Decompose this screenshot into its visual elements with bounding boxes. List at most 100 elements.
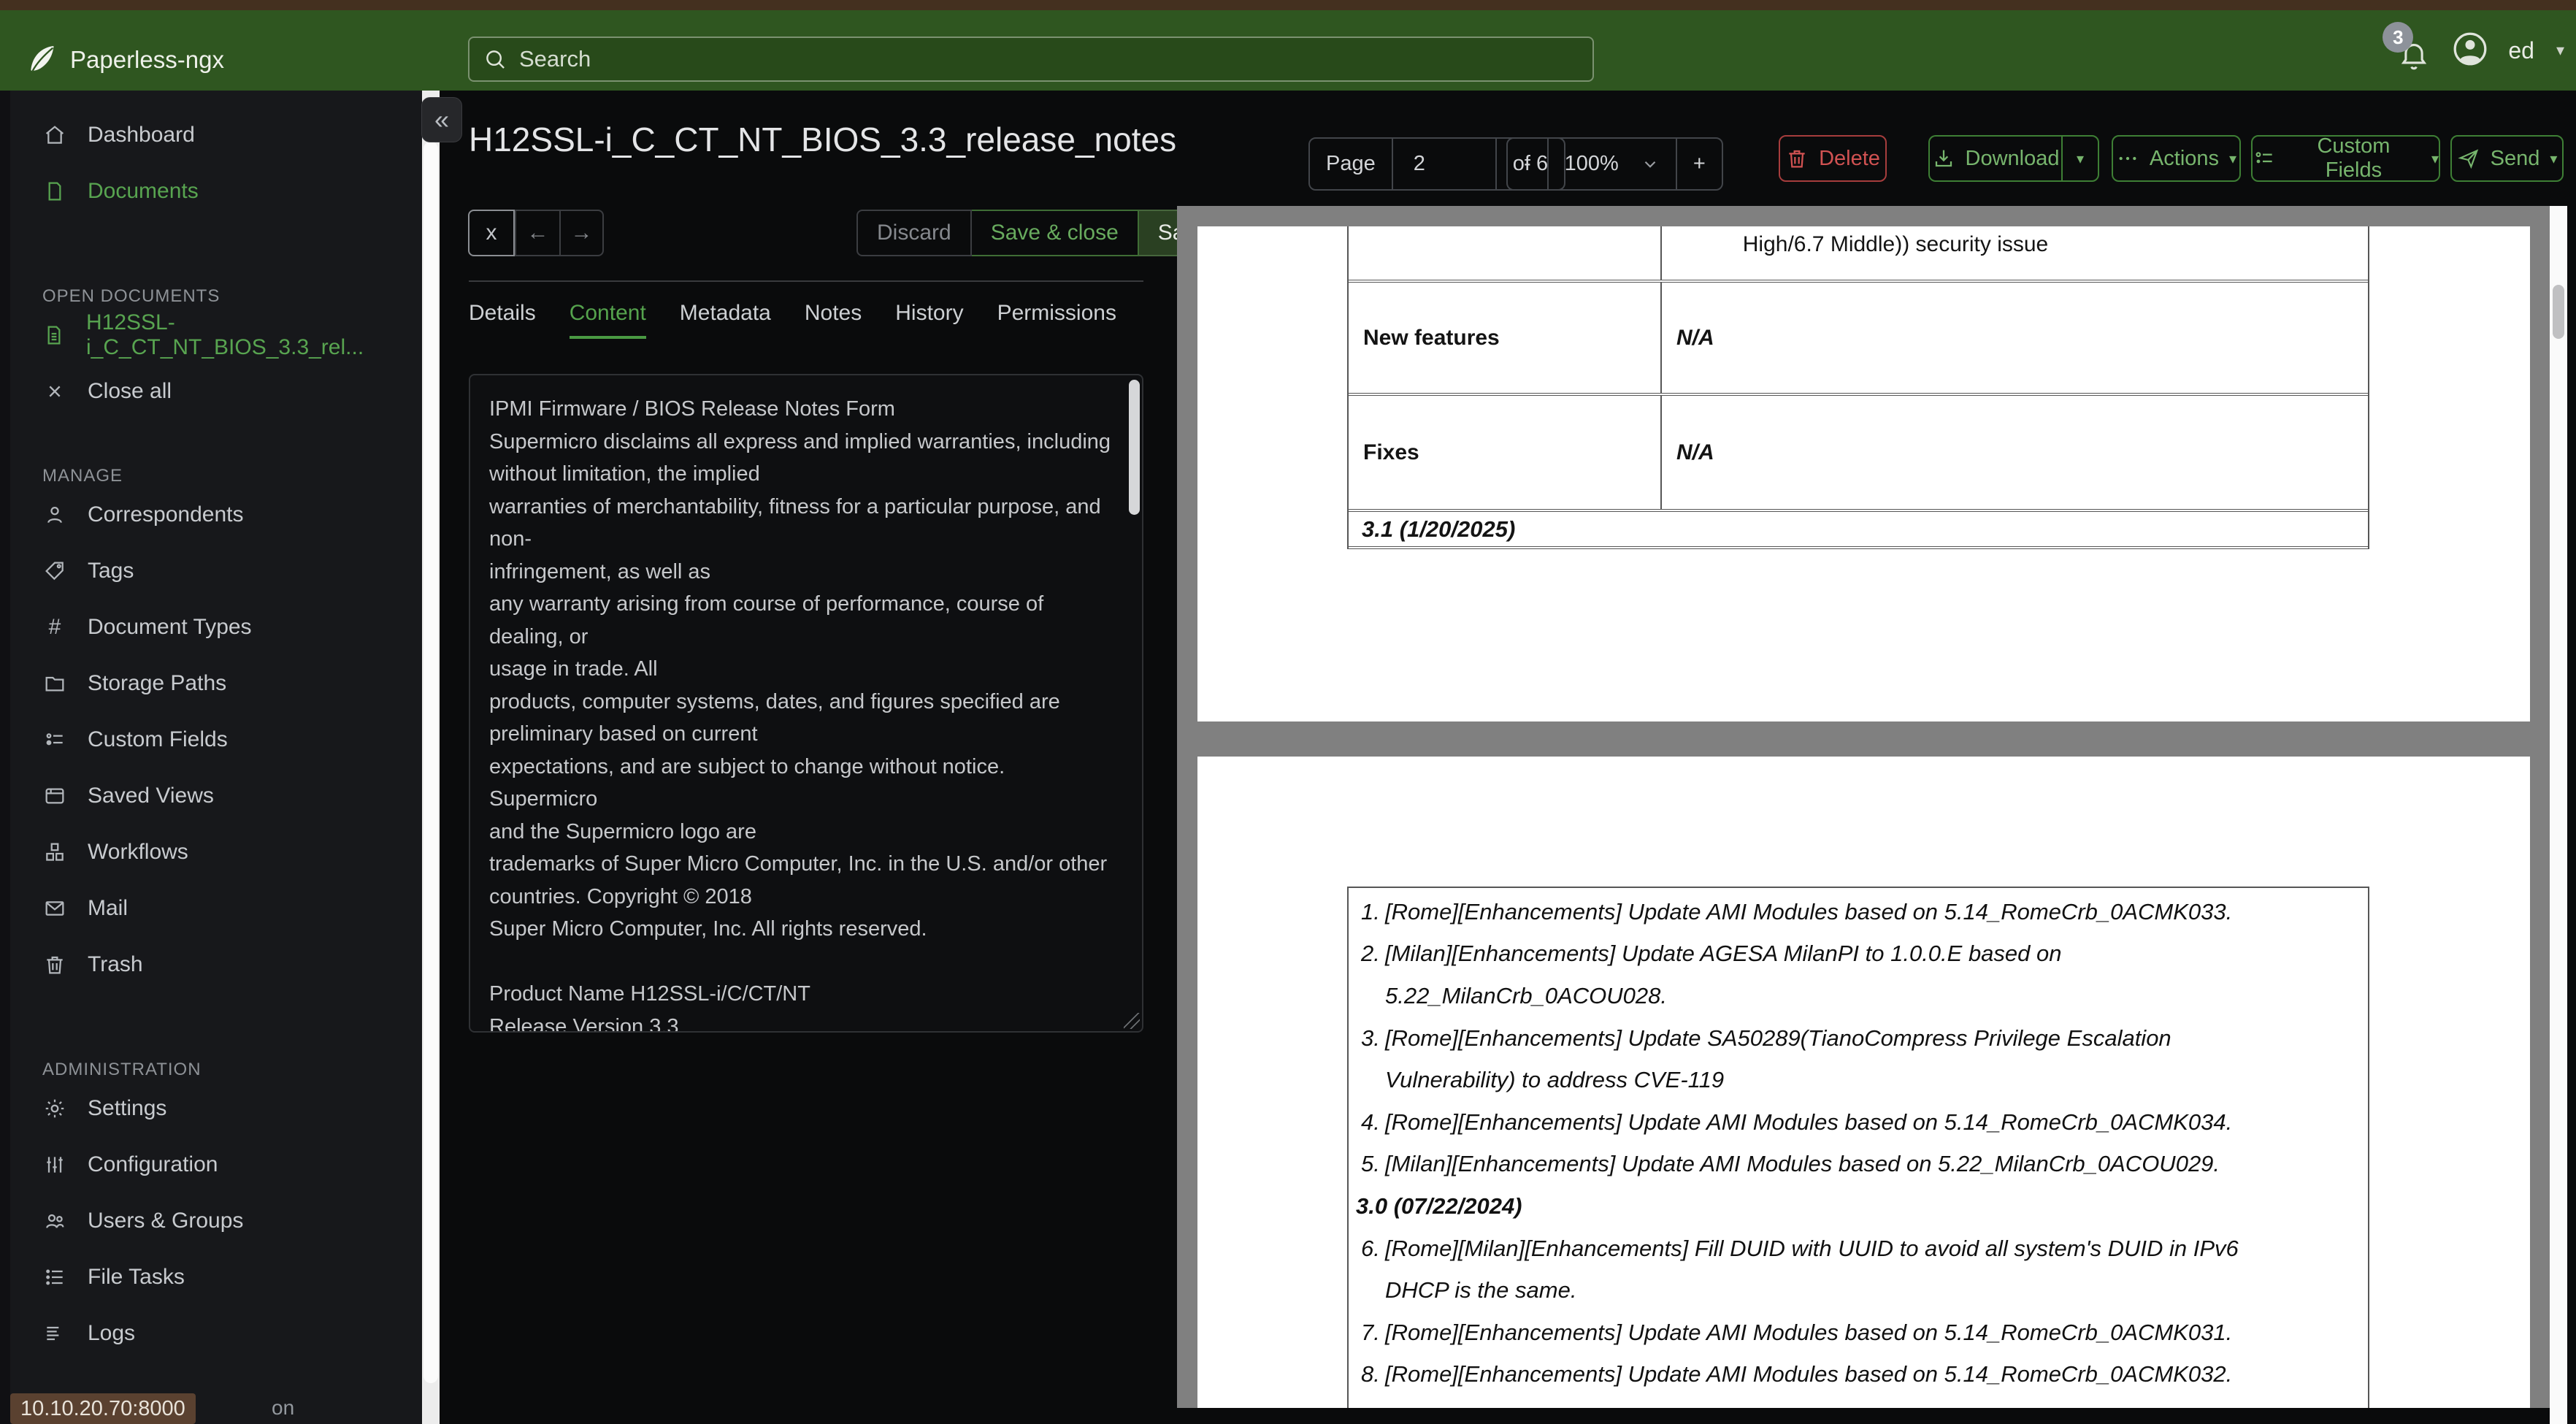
- pdf-scrollbar-thumb[interactable]: [2553, 285, 2564, 339]
- open-document-h12ssl-i-c-ct-nt-bios-3-3-rel-[interactable]: H12SSL-i_C_CT_NT_BIOS_3.3_rel...: [10, 307, 422, 363]
- zoom-out-button[interactable]: -: [1508, 139, 1547, 189]
- global-search[interactable]: [468, 37, 1594, 82]
- trash-icon: [42, 952, 67, 977]
- sidebar-item-label: Documents: [88, 178, 199, 203]
- sidebar-item-dashboard[interactable]: Dashboard: [10, 107, 422, 163]
- send-button[interactable]: Send ▾: [2450, 135, 2564, 182]
- list-item: 4. [Rome][Enhancements] Update AMI Module…: [1349, 1101, 2368, 1144]
- sidebar-item-document-types[interactable]: # Document Types: [10, 599, 422, 655]
- sidebar-item-label: Logs: [88, 1320, 136, 1345]
- window-icon: [42, 784, 67, 808]
- list-item: 0.DHCP is the same.: [1349, 1269, 2368, 1312]
- sidebar-item-storage-paths[interactable]: Storage Paths: [10, 655, 422, 711]
- topbar-right-cluster: 3 ed ▾: [2383, 10, 2564, 91]
- list-item-text: [Milan][Enhancements] Update AMI Modules…: [1385, 1151, 2220, 1177]
- list-item: 5. [Milan][Enhancements] Update AMI Modul…: [1349, 1144, 2368, 1186]
- list-item-text: [Rome][Enhancements] Update AMI Modules …: [1385, 1361, 2233, 1387]
- list-item-number: 2.: [1361, 941, 1380, 967]
- delete-button[interactable]: Delete: [1779, 135, 1887, 182]
- search-icon: [486, 50, 505, 69]
- send-icon: [2457, 149, 2478, 169]
- sidebar-item-label: Custom Fields: [88, 727, 228, 751]
- sidebar-scrollbar[interactable]: [422, 91, 440, 1424]
- file-icon: [42, 179, 67, 204]
- sidebar-item-label: Dashboard: [88, 122, 195, 147]
- sidebar-item-configuration[interactable]: Configuration: [10, 1136, 422, 1193]
- logs-icon: [42, 1321, 67, 1346]
- user-menu[interactable]: [2451, 30, 2489, 72]
- page-number-input[interactable]: [1408, 152, 1479, 176]
- mail-icon: [42, 896, 67, 921]
- search-input[interactable]: [519, 46, 1579, 72]
- textarea-scrollbar-thumb[interactable]: [1129, 380, 1140, 515]
- list-item-number: 4.: [1361, 1109, 1380, 1135]
- manage-heading: MANAGE: [42, 466, 123, 486]
- next-document-button[interactable]: →: [559, 210, 604, 256]
- actions-button[interactable]: Actions ▾: [2112, 135, 2241, 182]
- tab-permissions[interactable]: Permissions: [997, 301, 1116, 339]
- tab-details[interactable]: Details: [469, 301, 536, 339]
- sidebar-item-logs[interactable]: Logs: [10, 1305, 422, 1361]
- tab-content[interactable]: Content: [569, 301, 646, 339]
- table-row: High/6.7 Middle)) security issue: [1349, 226, 2368, 280]
- zoom-in-button[interactable]: +: [1675, 139, 1722, 189]
- sidebar-item-label: Storage Paths: [88, 670, 227, 695]
- save-and-close-button[interactable]: Save & close: [971, 210, 1139, 256]
- sidebar-item-correspondents[interactable]: Correspondents: [10, 486, 422, 543]
- textarea-resize-handle[interactable]: [1122, 1011, 1141, 1030]
- topbar: Paperless-ngx 3 ed ▾: [0, 10, 2576, 91]
- sidebar: Dashboard Documents OPEN DOCUMENTS H12SSL…: [0, 91, 422, 1424]
- sidebar-item-label: Document Types: [88, 614, 252, 639]
- content-textarea[interactable]: IPMI Firmware / BIOS Release Notes Form …: [469, 374, 1143, 1033]
- zoom-level-select[interactable]: 100%: [1546, 139, 1676, 189]
- sidebar-item-custom-fields[interactable]: Custom Fields: [10, 711, 422, 767]
- table-cell-value: N/A: [1676, 440, 1714, 464]
- app-title[interactable]: Paperless-ngx: [70, 38, 224, 82]
- sidebar-item-file-tasks[interactable]: File Tasks: [10, 1249, 422, 1305]
- tab-metadata[interactable]: Metadata: [680, 301, 771, 339]
- sidebar-item-workflows[interactable]: Workflows: [10, 824, 422, 880]
- sidebar-item-label: H12SSL-i_C_CT_NT_BIOS_3.3_rel...: [86, 310, 364, 359]
- list-item: 1. [Rome][Enhancements] Update AMI Module…: [1349, 891, 2368, 933]
- sidebar-item-mail[interactable]: Mail: [10, 880, 422, 936]
- download-split-button: Download ▾: [1928, 135, 2099, 182]
- sidebar-item-saved-views[interactable]: Saved Views: [10, 767, 422, 824]
- sidebar-item-users-groups[interactable]: Users & Groups: [10, 1193, 422, 1249]
- user-menu-caret-icon: ▾: [2556, 41, 2564, 59]
- tab-notes[interactable]: Notes: [805, 301, 862, 339]
- previous-document-button[interactable]: ←: [515, 210, 559, 256]
- sidebar-scrollbar-thumb[interactable]: [423, 142, 438, 1383]
- sidebar-item-settings[interactable]: Settings: [10, 1080, 422, 1136]
- download-button[interactable]: Download: [1928, 135, 2061, 182]
- tab-history[interactable]: History: [895, 301, 963, 339]
- download-options-caret[interactable]: ▾: [2061, 135, 2099, 182]
- username-label[interactable]: ed: [2508, 37, 2534, 64]
- list-item-number: 9.: [1349, 1404, 1385, 1408]
- close-document-button[interactable]: x: [468, 210, 515, 256]
- list-item-text: [Milan][Enhancements] Update AGESA Milan…: [1385, 941, 2062, 967]
- collapse-sidebar-button[interactable]: «: [421, 97, 462, 142]
- page-label: Page: [1326, 152, 1376, 175]
- release-notes-table: High/6.7 Middle)) security issue New fea…: [1347, 226, 2369, 549]
- pdf-scrollbar[interactable]: [2550, 206, 2567, 1424]
- close-icon: [42, 379, 67, 404]
- gear-icon: [42, 1096, 67, 1121]
- sidebar-item-label: Correspondents: [88, 502, 244, 527]
- list-item: 0.Vulnerability) to address CVE-119: [1349, 1059, 2368, 1101]
- sidebar-item-documents[interactable]: Documents: [10, 163, 422, 219]
- close-all-button[interactable]: Close all: [10, 363, 422, 419]
- list-item-number: 8.: [1361, 1361, 1380, 1387]
- sidebar-item-label: Settings: [88, 1095, 167, 1120]
- discard-button[interactable]: Discard: [856, 210, 972, 256]
- list-item-text: [Rome][Enhancements] Update AMI Modules …: [1385, 1319, 2233, 1345]
- sidebar-item-trash[interactable]: Trash: [10, 936, 422, 992]
- zoom-control-group: - 100% +: [1506, 137, 1723, 191]
- table-row: New features N/A: [1349, 280, 2368, 393]
- chevron-down-icon: [1644, 161, 1656, 168]
- custom-fields-button[interactable]: Custom Fields ▾: [2251, 134, 2440, 182]
- caret-down-icon: ▾: [2550, 150, 2558, 167]
- changes-list-box: 1. [Rome][Enhancements] Update AMI Module…: [1347, 887, 2369, 1408]
- sidebar-item-tags[interactable]: Tags: [10, 543, 422, 599]
- notifications-button[interactable]: 3: [2383, 22, 2432, 74]
- list-item: 3. [Rome][Enhancements] Update SA50289(Ti…: [1349, 1017, 2368, 1060]
